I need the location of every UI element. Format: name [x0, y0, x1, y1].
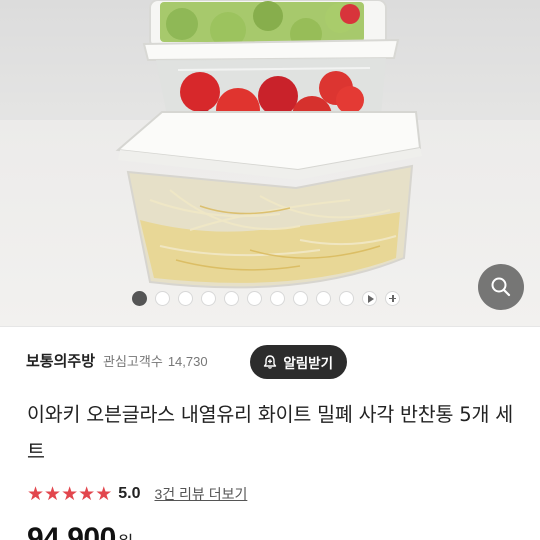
- play-icon[interactable]: [362, 290, 377, 306]
- star-icon: ★: [61, 482, 79, 505]
- star-icon: ★: [78, 482, 96, 505]
- slide-dot[interactable]: [339, 290, 354, 306]
- followers-label: 관심고객수: [103, 354, 163, 369]
- star-icon: ★: [44, 482, 62, 505]
- search-icon: [491, 277, 511, 297]
- price-currency: 원: [118, 528, 134, 540]
- star-icon: ★: [27, 482, 45, 505]
- zoom-button[interactable]: [478, 264, 524, 310]
- slide-dot[interactable]: [155, 290, 170, 306]
- bell-plus-icon: [264, 355, 277, 369]
- slide-dot[interactable]: [293, 290, 308, 306]
- alarm-button[interactable]: 알림받기: [250, 345, 347, 379]
- product-title: 이와키 오븐글라스 내열유리 화이트 밀폐 사각 반찬통 5개 세트: [27, 403, 513, 463]
- slide-dot[interactable]: [247, 290, 262, 306]
- star-rating: ★ ★ ★ ★ ★: [27, 482, 113, 505]
- price-row: 94,900 원: [27, 522, 133, 540]
- slide-dot[interactable]: [270, 290, 285, 306]
- slide-dot-active[interactable]: [132, 290, 147, 306]
- rating-row: ★ ★ ★ ★ ★ 5.0 3건 리뷰 더보기: [27, 481, 247, 507]
- follower-info: 관심고객수 14,730: [103, 351, 208, 370]
- slide-dot[interactable]: [316, 290, 331, 306]
- followers-count: 14,730: [167, 354, 208, 369]
- review-link[interactable]: 3건 리뷰 더보기: [154, 484, 247, 504]
- seller-name[interactable]: 보통의주방: [26, 350, 95, 371]
- product-image-gallery[interactable]: [0, 0, 540, 326]
- slide-dot[interactable]: [178, 290, 193, 306]
- slide-indicator: [132, 290, 400, 306]
- slide-dot[interactable]: [201, 290, 216, 306]
- bottom-container: [115, 111, 422, 289]
- plus-icon[interactable]: [385, 290, 400, 306]
- alarm-button-label: 알림받기: [283, 356, 333, 371]
- slide-dot[interactable]: [224, 290, 239, 306]
- seller-row: 보통의주방 관심고객수 14,730 알림받기: [0, 326, 540, 394]
- price-value: 94,900: [27, 522, 116, 540]
- rating-score: 5.0: [118, 485, 141, 502]
- star-icon: ★: [95, 482, 113, 505]
- product-photo: [115, 0, 422, 289]
